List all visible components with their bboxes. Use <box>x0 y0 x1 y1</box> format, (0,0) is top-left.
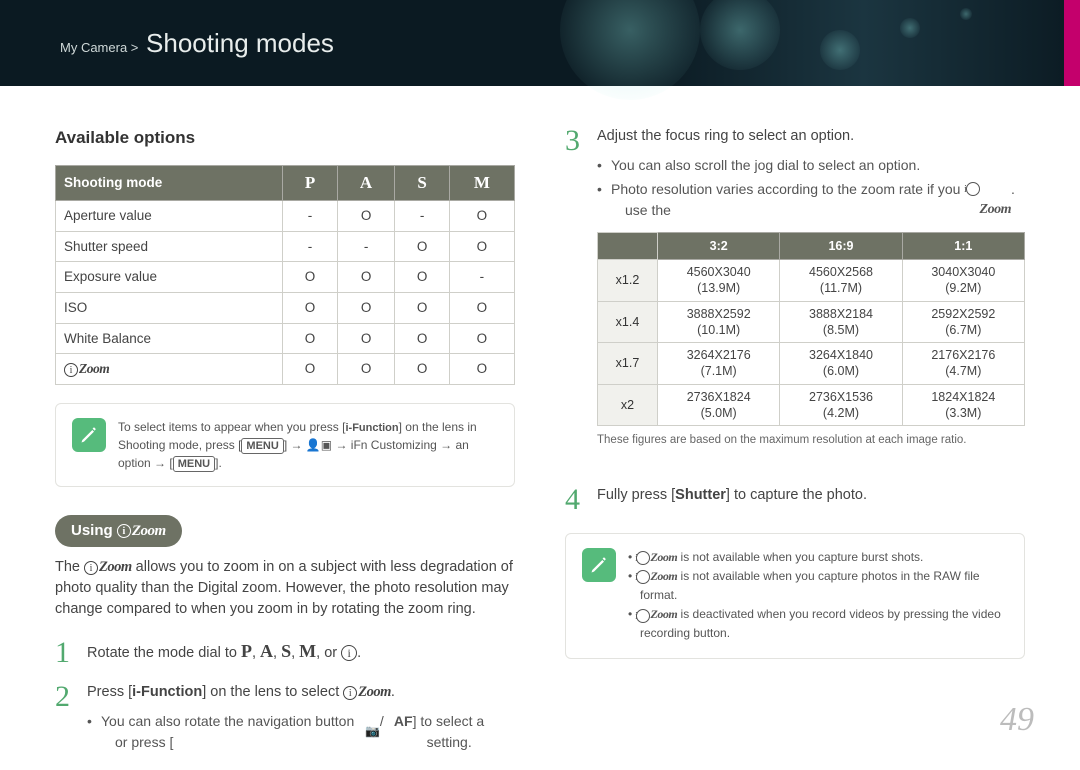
ratio-16-9: 16:9 <box>780 232 902 259</box>
left-column: Available options Shooting mode P A S M … <box>55 126 515 770</box>
page-title: Shooting modes <box>146 28 334 58</box>
col-m: M <box>449 165 514 201</box>
tip-note-text: To select items to appear when you press… <box>118 418 498 472</box>
ratio-3-2: 3:2 <box>658 232 780 259</box>
tip-note-1: To select items to appear when you press… <box>55 403 515 487</box>
step-3-sub-2: Photo resolution varies according to the… <box>597 179 1025 220</box>
list-item: • iZoom is not available when you captur… <box>628 548 1008 567</box>
table-row: White BalanceOOOO <box>56 323 515 354</box>
resolution-table: 3:2 16:9 1:1 x1.24560X3040(13.9M)4560X25… <box>597 232 1025 426</box>
table-row: x1.43888X2592(10.1M)3888X2184(8.5M)2592X… <box>598 301 1025 343</box>
pen-icon <box>582 548 616 582</box>
col-p: P <box>283 165 337 201</box>
breadcrumb: My Camera > Shooting modes <box>60 28 334 59</box>
step-3: 3 Adjust the focus ring to select an opt… <box>565 126 1025 471</box>
tip-note-2-list: • iZoom is not available when you captur… <box>628 548 1008 644</box>
col-shooting-mode: Shooting mode <box>56 165 283 201</box>
options-table: Shooting mode P A S M Aperture value-O-O… <box>55 165 515 385</box>
page-number: 49 <box>1000 701 1034 739</box>
step-number-1: 1 <box>55 638 73 668</box>
izoom-paragraph: The iZoom allows you to zoom in on a sub… <box>55 557 515 620</box>
table-row: Aperture value-O-O <box>56 201 515 232</box>
step-number-3: 3 <box>565 126 583 471</box>
table-row: x22736X1824(5.0M)2736X1536(4.2M)1824X182… <box>598 384 1025 426</box>
step-number-2: 2 <box>55 682 73 756</box>
table-row: ISOOOOO <box>56 292 515 323</box>
step-2: 2 Press [i-Function] on the lens to sele… <box>55 682 515 756</box>
tip-note-2: • iZoom is not available when you captur… <box>565 533 1025 659</box>
step-1: 1 Rotate the mode dial to P, A, S, M, or… <box>55 638 515 668</box>
breadcrumb-prefix: My Camera > <box>60 40 138 55</box>
table-row: Shutter speed--OO <box>56 231 515 262</box>
table-row: x1.24560X3040(13.9M)4560X2568(11.7M)3040… <box>598 260 1025 302</box>
list-item: • iZoom is not available when you captur… <box>628 567 1008 605</box>
step-number-4: 4 <box>565 485 583 515</box>
right-column: 3 Adjust the focus ring to select an opt… <box>565 126 1025 770</box>
available-options-heading: Available options <box>55 126 515 151</box>
resolution-caption: These figures are based on the maximum r… <box>597 432 1025 449</box>
using-izoom-heading: Using iZoom <box>55 515 182 548</box>
table-row: Exposure valueOOO- <box>56 262 515 293</box>
list-item: • iZoom is deactivated when you record v… <box>628 605 1008 643</box>
table-row: x1.73264X2176(7.1M)3264X1840(6.0M)2176X2… <box>598 343 1025 385</box>
table-row: iZoomOOOO <box>56 354 515 385</box>
step-4: 4 Fully press [Shutter] to capture the p… <box>565 485 1025 515</box>
ratio-1-1: 1:1 <box>902 232 1024 259</box>
col-s: S <box>395 165 449 201</box>
col-a: A <box>337 165 395 201</box>
step-3-sub-1: You can also scroll the jog dial to sele… <box>597 155 1025 175</box>
page-header: My Camera > Shooting modes <box>0 0 1080 86</box>
pen-icon <box>72 418 106 452</box>
content: Available options Shooting mode P A S M … <box>0 86 1080 770</box>
step-2-sub: You can also rotate the navigation butto… <box>87 711 515 752</box>
